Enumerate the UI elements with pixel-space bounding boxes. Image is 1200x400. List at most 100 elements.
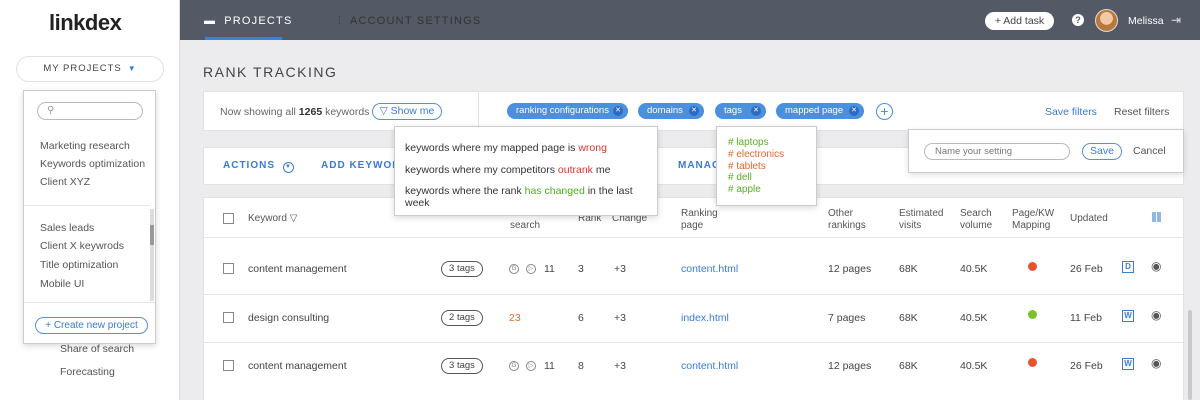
tag-option[interactable]: # electronics — [728, 149, 784, 160]
mapping-status-dot[interactable] — [1028, 358, 1037, 367]
save-filters-link[interactable]: Save filters — [1045, 106, 1097, 118]
filter-chip-ranking-configurations[interactable]: ranking configurations ✕ — [507, 103, 628, 119]
actions-menu[interactable]: ACTIONS ▼ — [223, 160, 294, 173]
option-highlight: wrong — [578, 142, 607, 154]
other-rankings-cell[interactable]: 7 pages — [828, 312, 865, 324]
project-item[interactable]: Marketing research — [40, 140, 130, 152]
my-projects-label: MY PROJECTS — [43, 63, 122, 74]
create-new-project-button[interactable]: + Create new project — [35, 317, 148, 334]
ranking-page-link[interactable]: content.html — [681, 263, 738, 275]
save-button[interactable]: Save — [1082, 143, 1122, 160]
sidebar-link-forecasting[interactable]: Forecasting — [60, 366, 115, 378]
tag-option[interactable]: # tablets — [728, 161, 766, 172]
logout-icon[interactable]: ⇥ — [1171, 13, 1181, 27]
row-checkbox[interactable] — [223, 360, 234, 371]
project-scrollbar-thumb[interactable] — [150, 225, 154, 245]
option-text: keywords where the rank — [405, 185, 522, 197]
option-highlight: outrank — [557, 164, 593, 176]
rank-cell: 3 — [578, 263, 584, 275]
avatar[interactable] — [1095, 9, 1118, 32]
change-cell: +3 — [614, 312, 626, 324]
my-projects-dropdown[interactable]: MY PROJECTS ▼ — [16, 56, 164, 82]
device-badge[interactable]: W — [1122, 310, 1134, 322]
project-item[interactable]: Sales leads — [40, 222, 94, 234]
divider — [204, 237, 1183, 238]
add-filter-icon[interactable]: + — [876, 103, 893, 120]
tab-projects[interactable]: ▬ PROJECTS — [204, 15, 292, 27]
mapping-status-dot[interactable] — [1028, 310, 1037, 319]
project-scrollbar-track[interactable] — [150, 209, 154, 301]
filter-icon[interactable]: ▽ — [290, 213, 298, 224]
ranking-page-link[interactable]: content.html — [681, 360, 738, 372]
manage-link[interactable]: MANAG — [678, 160, 721, 171]
divider — [204, 294, 1183, 295]
row-checkbox[interactable] — [223, 312, 234, 323]
column-header-search[interactable]: search — [510, 220, 540, 232]
sidebar-link-share-of-search[interactable]: Share of search — [60, 343, 134, 355]
project-item[interactable]: Client X keywrods — [40, 240, 124, 252]
column-header-keyword[interactable]: Keyword ▽ — [248, 213, 297, 225]
project-dropdown: ⚲ Marketing research Keywords optimizati… — [23, 90, 156, 344]
ranking-page-link[interactable]: index.html — [681, 312, 729, 324]
project-item[interactable]: Client XYZ — [40, 176, 90, 188]
column-header-updated[interactable]: Updated — [1070, 213, 1108, 225]
project-item[interactable]: Mobile UI — [40, 278, 84, 290]
setting-name-input[interactable]: Name your setting — [924, 143, 1070, 160]
keyword-cell[interactable]: content management — [248, 360, 347, 372]
visits-cell: 68K — [899, 312, 918, 324]
tags-pill[interactable]: 3 tags — [441, 358, 483, 374]
user-name[interactable]: Melissa — [1128, 15, 1164, 27]
eye-icon[interactable]: ◉ — [1151, 356, 1161, 370]
show-me-option-rank-changed[interactable]: keywords where the rank has changed in t… — [405, 185, 657, 209]
other-rankings-cell[interactable]: 12 pages — [828, 263, 871, 275]
close-icon[interactable]: ✕ — [689, 106, 699, 116]
tags-pill[interactable]: 2 tags — [441, 310, 483, 326]
close-icon[interactable]: ✕ — [751, 106, 761, 116]
keyword-cell[interactable]: content management — [248, 263, 347, 275]
close-icon[interactable]: ✕ — [613, 106, 623, 116]
show-me-label: Show me — [390, 105, 435, 117]
select-all-checkbox[interactable] — [223, 213, 234, 224]
change-cell: +3 — [614, 263, 626, 275]
cancel-button[interactable]: Cancel — [1133, 145, 1166, 157]
visits-cell: 68K — [899, 360, 918, 372]
tag-option[interactable]: # apple — [728, 184, 761, 195]
tag-option[interactable]: # dell — [728, 172, 752, 183]
tag-option[interactable]: # laptops — [728, 137, 769, 148]
eye-icon[interactable]: ◉ — [1151, 308, 1161, 322]
filter-chip-mapped-page[interactable]: mapped page ✕ — [776, 103, 864, 119]
eye-icon[interactable]: ◉ — [1151, 259, 1161, 273]
row-checkbox[interactable] — [223, 263, 234, 274]
show-me-option-outrank[interactable]: keywords where my competitors outrank me — [405, 164, 610, 176]
filter-icon: ▽ — [379, 105, 388, 117]
column-header-estimated-visits[interactable]: Estimated visits — [899, 208, 947, 232]
updated-cell: 26 Feb — [1070, 360, 1103, 372]
help-icon[interactable]: ? — [1072, 14, 1084, 26]
app-logo[interactable]: linkdex — [49, 10, 122, 36]
mapping-status-dot[interactable] — [1028, 262, 1037, 271]
project-search-input[interactable]: ⚲ — [37, 102, 143, 120]
show-me-option-wrong-page[interactable]: keywords where my mapped page is wrong — [405, 142, 607, 154]
change-cell: +3 — [614, 360, 626, 372]
reset-filters-link[interactable]: Reset filters — [1114, 106, 1169, 118]
filter-chip-tags[interactable]: tags ✕ — [715, 103, 766, 119]
tags-pill[interactable]: 3 tags — [441, 261, 483, 277]
table-scrollbar[interactable] — [1188, 310, 1192, 400]
project-item[interactable]: Title optimization — [40, 259, 118, 271]
filter-chip-domains[interactable]: domains ✕ — [638, 103, 704, 119]
column-header-mapping[interactable]: Page/KW Mapping — [1012, 208, 1062, 232]
device-badge[interactable]: D — [1122, 261, 1134, 273]
other-rankings-cell[interactable]: 12 pages — [828, 360, 871, 372]
column-header-search-volume[interactable]: Search volume — [960, 208, 1000, 232]
divider — [24, 205, 150, 206]
column-header-other-rankings[interactable]: Other rankings — [828, 208, 878, 232]
tab-account-settings[interactable]: ⫶ ACCOUNT SETTINGS — [338, 15, 481, 28]
columns-icon[interactable] — [1152, 212, 1161, 222]
show-me-button[interactable]: ▽ Show me — [372, 103, 442, 120]
column-header-ranking-page[interactable]: Ranking page — [681, 208, 731, 232]
close-icon[interactable]: ✕ — [849, 106, 859, 116]
keyword-cell[interactable]: design consulting — [248, 312, 329, 324]
project-item[interactable]: Keywords optimization — [40, 158, 145, 170]
add-task-button[interactable]: + Add task — [985, 12, 1054, 30]
device-badge[interactable]: W — [1122, 358, 1134, 370]
